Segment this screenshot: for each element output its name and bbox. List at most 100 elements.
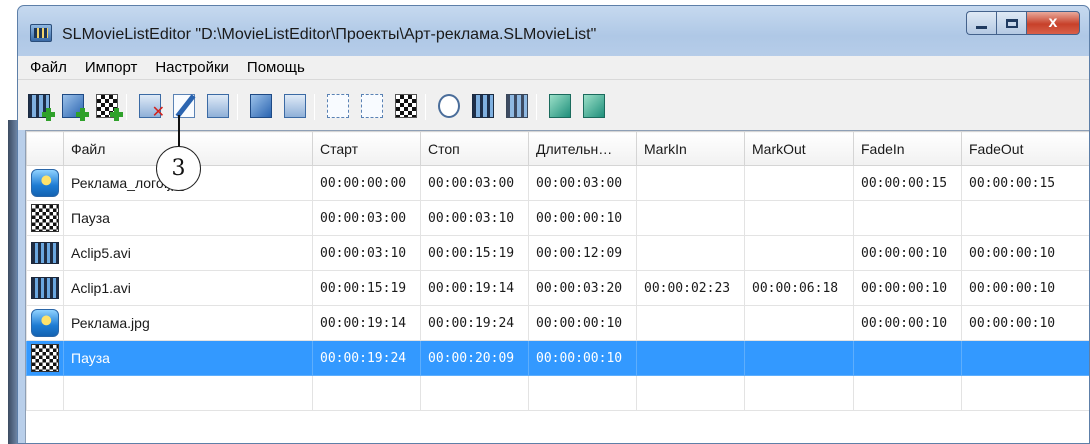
header-markout[interactable]: MarkOut <box>744 131 854 166</box>
table-row[interactable]: Реклама.jpg 00:00:19:14 00:00:19:24 00:0… <box>26 305 1089 341</box>
window-title: SLMovieListEditor "D:\MovieListEditor\Пр… <box>62 26 597 43</box>
film-icon[interactable] <box>472 94 494 118</box>
cell-fadeout: 00:00:00:10 <box>961 270 1089 306</box>
cell-fadeout <box>961 340 1089 376</box>
cell-start: 00:00:03:00 <box>312 200 421 236</box>
background-edge <box>0 0 17 444</box>
table-row-empty <box>26 375 1089 411</box>
header-start[interactable]: Старт <box>312 131 421 166</box>
cell-fadeout: 00:00:00:15 <box>961 165 1089 201</box>
cell-fadeout: 00:00:00:10 <box>961 235 1089 271</box>
image-file-icon <box>31 309 59 337</box>
move-up-icon[interactable] <box>250 94 272 118</box>
background-window-edge <box>8 120 17 444</box>
edit-icon[interactable] <box>173 94 196 118</box>
header-duration[interactable]: Длительн… <box>528 131 637 166</box>
cell-markout <box>744 305 854 341</box>
cell-stop: 00:00:19:14 <box>420 270 529 306</box>
callout-marker: 3 <box>156 146 201 191</box>
cell-markin <box>636 340 745 376</box>
export-alt-icon[interactable] <box>583 94 605 118</box>
frame-image-icon[interactable] <box>361 94 383 118</box>
cell-duration: 00:00:00:10 <box>528 305 637 341</box>
cell-markout: 00:00:06:18 <box>744 270 854 306</box>
menu-bar: Файл Импорт Настройки Помощь <box>18 56 1089 80</box>
header-stop[interactable]: Стоп <box>420 131 529 166</box>
maximize-button[interactable] <box>996 11 1026 35</box>
pause-icon <box>31 344 59 372</box>
title-bar[interactable]: SLMovieListEditor "D:\MovieListEditor\Пр… <box>18 6 1089 56</box>
toolbar-separator <box>126 94 127 120</box>
cell-fadein: 00:00:00:10 <box>853 235 962 271</box>
cell-markin <box>636 200 745 236</box>
move-down-icon[interactable] <box>284 94 306 118</box>
table-row[interactable]: Aclip5.avi 00:00:03:10 00:00:15:19 00:00… <box>26 235 1089 271</box>
cell-fadein: 00:00:00:10 <box>853 305 962 341</box>
toolbar-separator <box>536 94 537 120</box>
export-icon[interactable] <box>549 94 571 118</box>
cell-markout <box>744 165 854 201</box>
table-row[interactable]: Aclip1.avi 00:00:15:19 00:00:19:14 00:00… <box>26 270 1089 306</box>
copy-icon[interactable] <box>207 94 229 118</box>
cell-stop: 00:00:03:00 <box>420 165 529 201</box>
frame-icon[interactable] <box>327 94 349 118</box>
caption-buttons: x <box>966 11 1080 35</box>
video-file-icon <box>31 242 59 264</box>
cell-fadein: 00:00:00:15 <box>853 165 962 201</box>
toolbar-separator <box>425 94 426 120</box>
cell-fadeout <box>961 200 1089 236</box>
cell-start: 00:00:19:24 <box>312 340 421 376</box>
cell-duration: 00:00:00:10 <box>528 340 637 376</box>
minimize-button[interactable] <box>966 11 996 35</box>
header-markin[interactable]: MarkIn <box>636 131 745 166</box>
table-row[interactable]: Пауза 00:00:03:00 00:00:03:10 00:00:00:1… <box>26 200 1089 236</box>
menu-settings[interactable]: Настройки <box>155 59 229 76</box>
cell-markout <box>744 200 854 236</box>
header-fadein[interactable]: FadeIn <box>853 131 962 166</box>
cell-start: 00:00:19:14 <box>312 305 421 341</box>
duration-icon[interactable] <box>438 94 460 118</box>
cell-duration: 00:00:12:09 <box>528 235 637 271</box>
cell-file: Aclip5.avi <box>63 235 313 271</box>
close-icon: x <box>1048 14 1058 31</box>
toolbar-separator <box>237 94 238 120</box>
cell-duration: 00:00:03:20 <box>528 270 637 306</box>
close-button[interactable]: x <box>1026 11 1080 35</box>
cell-markin: 00:00:02:23 <box>636 270 745 306</box>
cell-markin <box>636 165 745 201</box>
cell-stop: 00:00:03:10 <box>420 200 529 236</box>
cell-file: Реклама.jpg <box>63 305 313 341</box>
cell-stop: 00:00:15:19 <box>420 235 529 271</box>
cell-start: 00:00:15:19 <box>312 270 421 306</box>
cell-file: Aclip1.avi <box>63 270 313 306</box>
cell-markin <box>636 235 745 271</box>
cell-fadein: 00:00:00:10 <box>853 270 962 306</box>
film-alt-icon[interactable] <box>506 94 528 118</box>
cell-fadeout: 00:00:00:10 <box>961 305 1089 341</box>
cell-stop: 00:00:20:09 <box>420 340 529 376</box>
video-file-icon <box>31 277 59 299</box>
table-row-selected[interactable]: Пауза 00:00:19:24 00:00:20:09 00:00:00:1… <box>26 340 1089 376</box>
add-pause-icon[interactable] <box>96 94 123 121</box>
cell-start: 00:00:00:00 <box>312 165 421 201</box>
pause-icon <box>31 204 59 232</box>
cell-duration: 00:00:03:00 <box>528 165 637 201</box>
menu-help[interactable]: Помощь <box>247 59 305 76</box>
frame-pause-icon[interactable] <box>395 94 417 118</box>
cell-markin <box>636 305 745 341</box>
cell-file: Пауза <box>63 200 313 236</box>
callout-line <box>178 115 180 147</box>
cell-file: Пауза <box>63 340 313 376</box>
add-image-icon[interactable] <box>62 94 89 121</box>
app-window: SLMovieListEditor "D:\MovieListEditor\Пр… <box>17 5 1090 444</box>
cell-start: 00:00:03:10 <box>312 235 421 271</box>
menu-file[interactable]: Файл <box>30 59 67 76</box>
add-video-icon[interactable] <box>28 94 55 121</box>
cell-duration: 00:00:00:10 <box>528 200 637 236</box>
maximize-icon <box>1005 18 1018 28</box>
header-fadeout[interactable]: FadeOut <box>961 131 1089 166</box>
cell-markout <box>744 235 854 271</box>
delete-icon[interactable]: ✕ <box>139 94 165 121</box>
cell-fadein <box>853 340 962 376</box>
menu-import[interactable]: Импорт <box>85 59 137 76</box>
